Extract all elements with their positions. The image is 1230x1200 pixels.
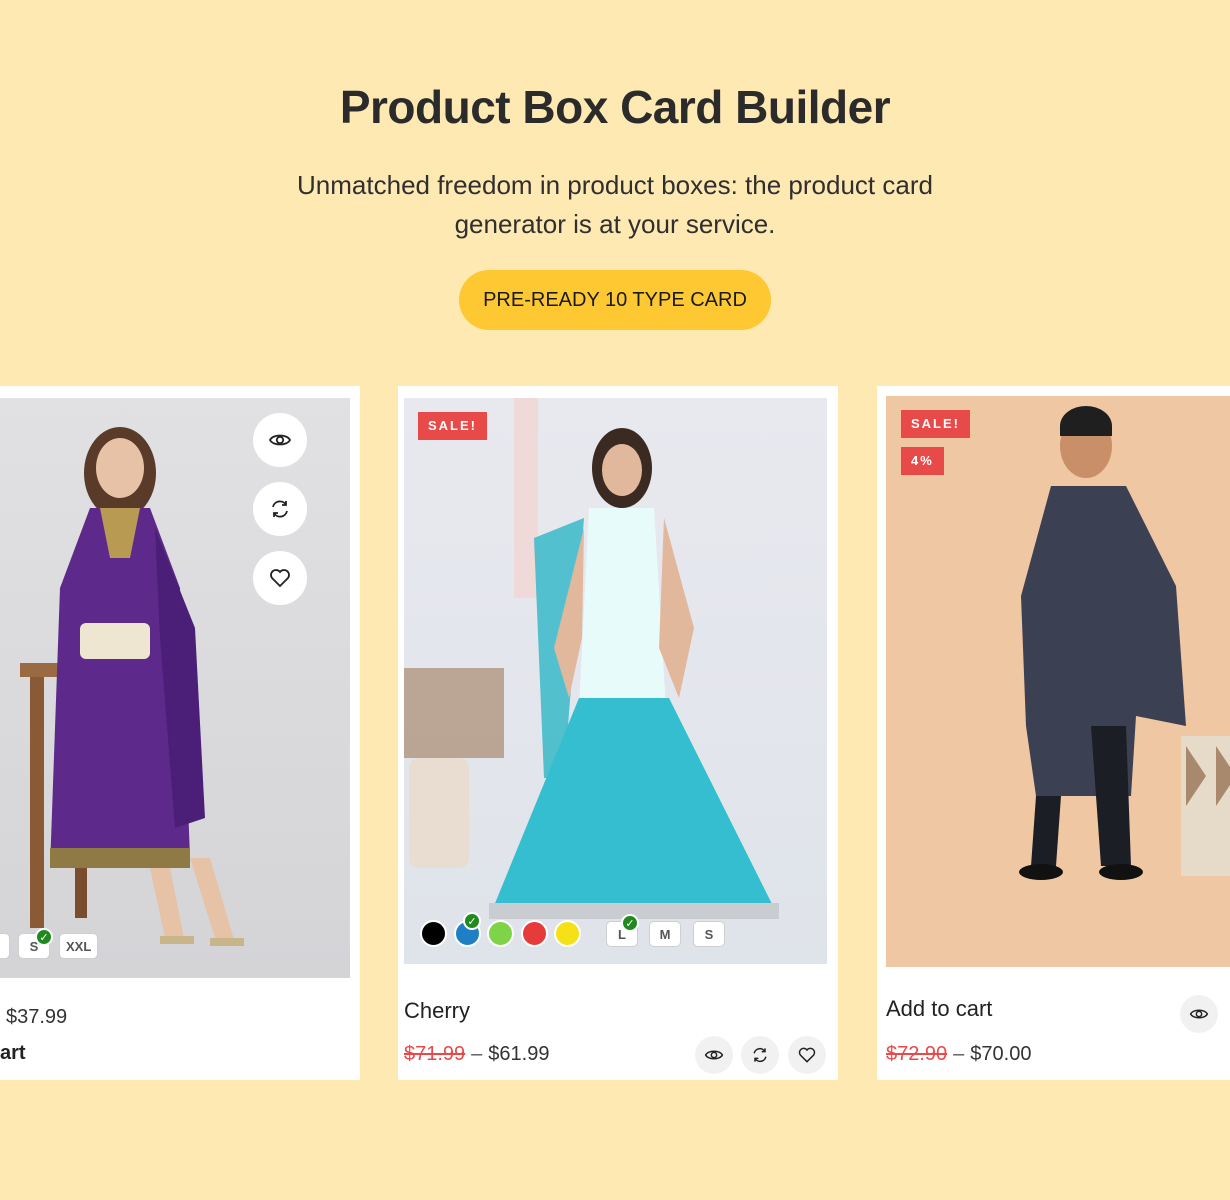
color-swatch-yellow[interactable] <box>554 920 581 947</box>
price-row: $72.90– $70.00 <box>886 1043 1031 1066</box>
product-image-sherwani[interactable]: SALE! 4% <box>886 396 1230 967</box>
compare-icon <box>753 1047 767 1063</box>
selected-check-icon: ✓ <box>35 928 53 946</box>
product-card-1[interactable]: L S ✓ XXL $37.99 art <box>0 386 360 1080</box>
quick-view-button[interactable] <box>1180 995 1218 1033</box>
eye-icon <box>704 1050 724 1060</box>
price-separator: – <box>471 1043 483 1065</box>
add-to-cart-link[interactable]: Add to cart <box>886 996 992 1022</box>
size-option-xxl[interactable]: XXL <box>59 933 99 959</box>
subtitle-line-1: Unmatched freedom in product boxes: the … <box>297 170 933 200</box>
compare-button[interactable] <box>741 1036 779 1074</box>
pre-ready-cards-button[interactable]: PRE-READY 10 TYPE CARD <box>459 270 771 330</box>
old-price: $72.90 <box>886 1043 948 1065</box>
sherwani-illustration <box>1019 406 1230 880</box>
product-card-3[interactable]: SALE! 4% Add to cart $72.90– $70.00 <box>877 386 1230 1080</box>
product-image-purple-dress[interactable]: L S ✓ XXL <box>0 398 350 978</box>
product-image-lehenga[interactable]: SALE! ✓ L ✓ M S <box>404 398 827 964</box>
compare-button[interactable] <box>253 482 307 536</box>
quick-view-button[interactable] <box>695 1036 733 1074</box>
add-to-cart-link[interactable]: art <box>0 1042 26 1065</box>
quick-view-button[interactable] <box>253 413 307 467</box>
sale-price: $70.00 <box>970 1043 1032 1065</box>
price-separator: – <box>953 1043 965 1065</box>
page-subtitle: Unmatched freedom in product boxes: the … <box>265 166 965 244</box>
selected-check-icon: ✓ <box>621 914 639 932</box>
sale-badge: SALE! <box>901 410 970 438</box>
color-swatch-black[interactable] <box>420 920 447 947</box>
product-title[interactable]: Cherry <box>404 998 470 1024</box>
lehenga-illustration <box>404 398 779 919</box>
subtitle-line-2: generator is at your service. <box>454 209 776 239</box>
product-price: $37.99 <box>6 1006 68 1028</box>
product-card-2[interactable]: SALE! ✓ L ✓ M S Cherry $71.99– $61.99 <box>398 386 838 1080</box>
eye-icon <box>1189 1009 1209 1019</box>
discount-badge: 4% <box>901 447 944 475</box>
size-option-l[interactable]: L <box>0 933 10 959</box>
heart-icon <box>798 1047 816 1063</box>
wishlist-button[interactable] <box>253 551 307 605</box>
purple-dress-illustration <box>20 427 244 946</box>
color-swatch-red[interactable] <box>521 920 548 947</box>
price-row: $71.99– $61.99 <box>404 1043 549 1066</box>
wishlist-button[interactable] <box>788 1036 826 1074</box>
compare-icon <box>272 500 288 518</box>
sale-badge: SALE! <box>418 412 487 440</box>
selected-check-icon: ✓ <box>463 912 481 930</box>
page-title: Product Box Card Builder <box>339 81 891 133</box>
size-option-s[interactable]: S <box>693 921 725 947</box>
heart-icon <box>270 569 290 588</box>
color-swatch-green[interactable] <box>487 920 514 947</box>
size-option-m[interactable]: M <box>649 921 681 947</box>
eye-icon <box>268 434 292 446</box>
old-price: $71.99 <box>404 1043 466 1065</box>
sale-price: $61.99 <box>488 1043 550 1065</box>
